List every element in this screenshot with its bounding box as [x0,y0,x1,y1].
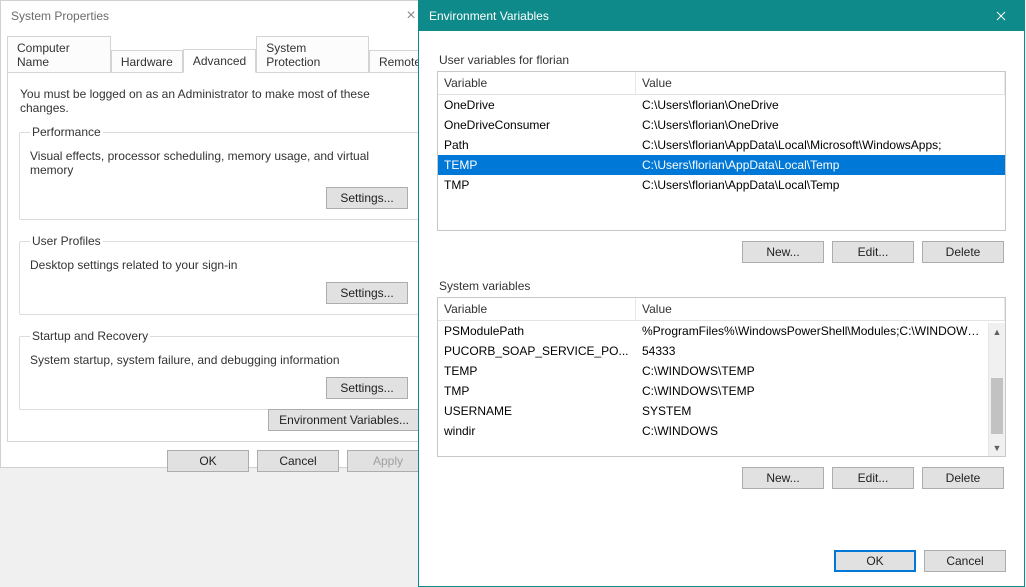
user-vars-col-value[interactable]: Value [636,72,1005,94]
user-vars-label: User variables for florian [439,53,1006,67]
scroll-up-icon[interactable]: ▲ [989,323,1005,340]
startup-recovery-desc: System startup, system failure, and debu… [30,353,408,367]
var-name-cell: USERNAME [438,401,636,421]
envdlg-cancel-button[interactable]: Cancel [924,550,1006,572]
system-properties-dialog: System Properties × Computer Name Hardwa… [0,0,438,468]
table-row[interactable]: TEMPC:\WINDOWS\TEMP [438,361,988,381]
var-value-cell: %ProgramFiles%\WindowsPowerShell\Modules… [636,321,988,341]
user-profiles-desc: Desktop settings related to your sign-in [30,258,408,272]
var-value-cell: C:\WINDOWS\TEMP [636,381,988,401]
tab-system-protection[interactable]: System Protection [256,36,369,73]
var-value-cell: C:\Users\florian\AppData\Local\Microsoft… [636,135,1005,155]
user-delete-button[interactable]: Delete [922,241,1004,263]
table-row[interactable]: TEMPC:\Users\florian\AppData\Local\Temp [438,155,1005,175]
table-row[interactable]: PUCORB_SOAP_SERVICE_PO...54333 [438,341,988,361]
var-name-cell: PSModulePath [438,321,636,341]
scroll-thumb[interactable] [991,378,1003,434]
user-vars-listbox[interactable]: Variable Value OneDriveC:\Users\florian\… [437,71,1006,231]
tab-advanced-body: You must be logged on as an Administrato… [7,72,431,442]
envdlg-titlebar: Environment Variables [419,1,1024,31]
table-row[interactable]: TMPC:\Users\florian\AppData\Local\Temp [438,175,1005,195]
var-name-cell: OneDriveConsumer [438,115,636,135]
environment-variables-button[interactable]: Environment Variables... [268,409,420,431]
sysprops-dialog-buttons: OK Cancel Apply [1,442,437,472]
performance-legend: Performance [30,125,103,139]
var-value-cell: SYSTEM [636,401,988,421]
var-name-cell: TMP [438,381,636,401]
var-value-cell: C:\WINDOWS\TEMP [636,361,988,381]
sys-vars-label: System variables [439,279,1006,293]
var-value-cell: C:\Users\florian\AppData\Local\Temp [636,155,1005,175]
sysprops-title: System Properties [11,9,109,23]
sys-vars-col-value[interactable]: Value [636,298,1005,320]
var-value-cell: C:\Users\florian\OneDrive [636,95,1005,115]
envdlg-dialog-buttons: OK Cancel [834,550,1006,572]
user-new-button[interactable]: New... [742,241,824,263]
table-row[interactable]: USERNAMESYSTEM [438,401,988,421]
sys-vars-listbox[interactable]: Variable Value PSModulePath%ProgramFiles… [437,297,1006,457]
table-row[interactable]: TMPC:\WINDOWS\TEMP [438,381,988,401]
table-row[interactable]: OneDriveC:\Users\florian\OneDrive [438,95,1005,115]
table-row[interactable]: windirC:\WINDOWS [438,421,988,441]
var-name-cell: OneDrive [438,95,636,115]
tab-advanced[interactable]: Advanced [183,49,256,73]
startup-recovery-group: Startup and Recovery System startup, sys… [19,329,419,410]
user-vars-header: Variable Value [438,72,1005,95]
sys-vars-col-variable[interactable]: Variable [438,298,636,320]
sys-vars-scrollbar[interactable]: ▲ ▼ [988,323,1005,456]
tab-computer-name[interactable]: Computer Name [7,36,111,73]
performance-group: Performance Visual effects, processor sc… [19,125,419,220]
user-profiles-legend: User Profiles [30,234,103,248]
var-name-cell: TEMP [438,361,636,381]
sysprops-apply-button: Apply [347,450,429,472]
scroll-track[interactable] [989,340,1005,439]
var-name-cell: windir [438,421,636,441]
close-icon[interactable] [978,1,1024,31]
user-profiles-settings-button[interactable]: Settings... [326,282,408,304]
performance-settings-button[interactable]: Settings... [326,187,408,209]
sys-new-button[interactable]: New... [742,467,824,489]
var-name-cell: TMP [438,175,636,195]
startup-recovery-settings-button[interactable]: Settings... [326,377,408,399]
sysprops-titlebar: System Properties × [1,1,437,31]
sys-edit-button[interactable]: Edit... [832,467,914,489]
table-row[interactable]: OneDriveConsumerC:\Users\florian\OneDriv… [438,115,1005,135]
user-vars-buttons: New... Edit... Delete [437,241,1004,263]
var-value-cell: C:\Users\florian\OneDrive [636,115,1005,135]
envdlg-title: Environment Variables [429,9,549,23]
var-name-cell: TEMP [438,155,636,175]
envdlg-body: User variables for florian Variable Valu… [419,31,1024,505]
var-name-cell: PUCORB_SOAP_SERVICE_PO... [438,341,636,361]
var-value-cell: C:\Users\florian\AppData\Local\Temp [636,175,1005,195]
startup-recovery-legend: Startup and Recovery [30,329,150,343]
sysprops-tabs: Computer Name Hardware Advanced System P… [1,35,437,72]
sysprops-ok-button[interactable]: OK [167,450,249,472]
sys-vars-header: Variable Value [438,298,1005,321]
var-value-cell: C:\WINDOWS [636,421,988,441]
admin-notice: You must be logged on as an Administrato… [20,87,418,115]
sysprops-cancel-button[interactable]: Cancel [257,450,339,472]
envdlg-ok-button[interactable]: OK [834,550,916,572]
user-edit-button[interactable]: Edit... [832,241,914,263]
performance-desc: Visual effects, processor scheduling, me… [30,149,408,177]
environment-variables-dialog: Environment Variables User variables for… [418,0,1025,587]
sys-vars-buttons: New... Edit... Delete [437,467,1004,489]
tab-hardware[interactable]: Hardware [111,50,183,73]
table-row[interactable]: PSModulePath%ProgramFiles%\WindowsPowerS… [438,321,988,341]
scroll-down-icon[interactable]: ▼ [989,439,1005,456]
user-vars-col-variable[interactable]: Variable [438,72,636,94]
sys-delete-button[interactable]: Delete [922,467,1004,489]
var-value-cell: 54333 [636,341,988,361]
user-profiles-group: User Profiles Desktop settings related t… [19,234,419,315]
table-row[interactable]: PathC:\Users\florian\AppData\Local\Micro… [438,135,1005,155]
var-name-cell: Path [438,135,636,155]
